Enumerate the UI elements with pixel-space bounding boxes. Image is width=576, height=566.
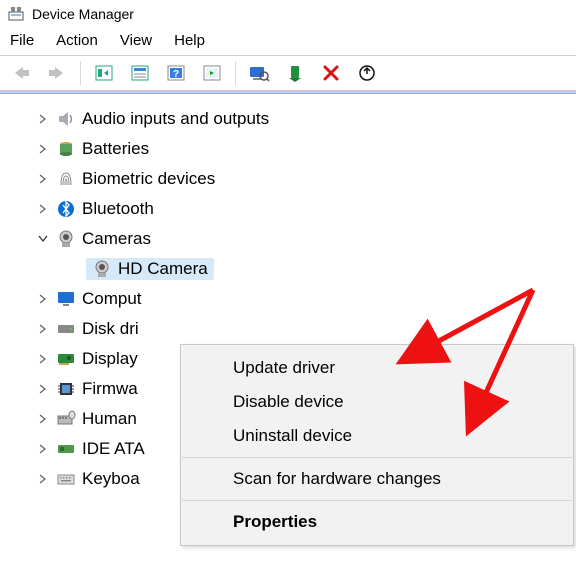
chevron-right-icon[interactable] <box>36 172 50 186</box>
title-bar: Device Manager <box>0 0 576 28</box>
tree-node-hd-camera[interactable]: HD Camera <box>66 254 576 284</box>
action-button[interactable] <box>197 60 227 86</box>
battery-icon <box>56 139 76 159</box>
scan-hardware-button[interactable] <box>244 60 274 86</box>
chevron-right-icon[interactable] <box>36 382 50 396</box>
context-separator <box>182 500 572 501</box>
tree-node-cameras[interactable]: Cameras <box>36 224 576 254</box>
tree-node-batteries[interactable]: Batteries <box>36 134 576 164</box>
chevron-right-icon[interactable] <box>36 202 50 216</box>
chevron-right-icon[interactable] <box>36 442 50 456</box>
chip-icon <box>56 379 76 399</box>
tree-node-audio[interactable]: Audio inputs and outputs <box>36 104 576 134</box>
tree-node-computer[interactable]: Comput <box>36 284 576 314</box>
chevron-right-icon[interactable] <box>36 142 50 156</box>
gpu-icon <box>56 349 76 369</box>
tree-node-disk[interactable]: Disk dri <box>36 314 576 344</box>
forward-button <box>42 60 72 86</box>
context-separator <box>182 457 572 458</box>
context-disable-device[interactable]: Disable device <box>181 385 573 419</box>
help-button[interactable]: ? <box>161 60 191 86</box>
menu-bar: File Action View Help <box>0 28 576 55</box>
context-scan-hardware[interactable]: Scan for hardware changes <box>181 462 573 496</box>
context-properties[interactable]: Properties <box>181 505 573 539</box>
speaker-icon <box>56 109 76 129</box>
menu-help[interactable]: Help <box>174 32 205 49</box>
toolbar: ? <box>0 55 576 91</box>
tree-label: Display <box>82 349 138 369</box>
bluetooth-icon <box>56 199 76 219</box>
chevron-right-icon[interactable] <box>36 352 50 366</box>
context-uninstall-device[interactable]: Uninstall device <box>181 419 573 453</box>
tree-label: HD Camera <box>118 259 208 279</box>
tree-label: Batteries <box>82 139 149 159</box>
tree-label: Human <box>82 409 137 429</box>
tree-node-bluetooth[interactable]: Bluetooth <box>36 194 576 224</box>
fingerprint-icon <box>56 169 76 189</box>
tree-node-biometric[interactable]: Biometric devices <box>36 164 576 194</box>
tree-label: Keyboa <box>82 469 140 489</box>
window-title: Device Manager <box>32 6 134 22</box>
camera-icon <box>56 229 76 249</box>
uninstall-button[interactable] <box>316 60 346 86</box>
tree-label: Cameras <box>82 229 151 249</box>
tree-label: Disk dri <box>82 319 139 339</box>
menu-action[interactable]: Action <box>56 32 98 49</box>
tree-label: Comput <box>82 289 142 309</box>
disk-icon <box>56 319 76 339</box>
hid-icon <box>56 409 76 429</box>
properties-button[interactable] <box>125 60 155 86</box>
menu-file[interactable]: File <box>10 32 34 49</box>
context-update-driver[interactable]: Update driver <box>181 351 573 385</box>
ide-icon <box>56 439 76 459</box>
tree-label: Audio inputs and outputs <box>82 109 269 129</box>
context-menu: Update driver Disable device Uninstall d… <box>180 344 574 546</box>
tree-label: Firmwa <box>82 379 138 399</box>
chevron-right-icon[interactable] <box>36 322 50 336</box>
device-manager-icon <box>8 6 24 22</box>
chevron-right-icon[interactable] <box>36 112 50 126</box>
back-button <box>6 60 36 86</box>
menu-view[interactable]: View <box>120 32 152 49</box>
tree-label: IDE ATA <box>82 439 145 459</box>
enable-device-button[interactable] <box>280 60 310 86</box>
keyboard-icon <box>56 469 76 489</box>
svg-text:?: ? <box>173 69 179 80</box>
update-driver-button[interactable] <box>352 60 382 86</box>
show-hide-tree-button[interactable] <box>89 60 119 86</box>
tree-label: Bluetooth <box>82 199 154 219</box>
monitor-icon <box>56 289 76 309</box>
chevron-down-icon[interactable] <box>36 232 50 246</box>
camera-icon <box>92 259 112 279</box>
chevron-right-icon[interactable] <box>36 292 50 306</box>
chevron-right-icon[interactable] <box>36 472 50 486</box>
chevron-right-icon[interactable] <box>36 412 50 426</box>
tree-label: Biometric devices <box>82 169 215 189</box>
